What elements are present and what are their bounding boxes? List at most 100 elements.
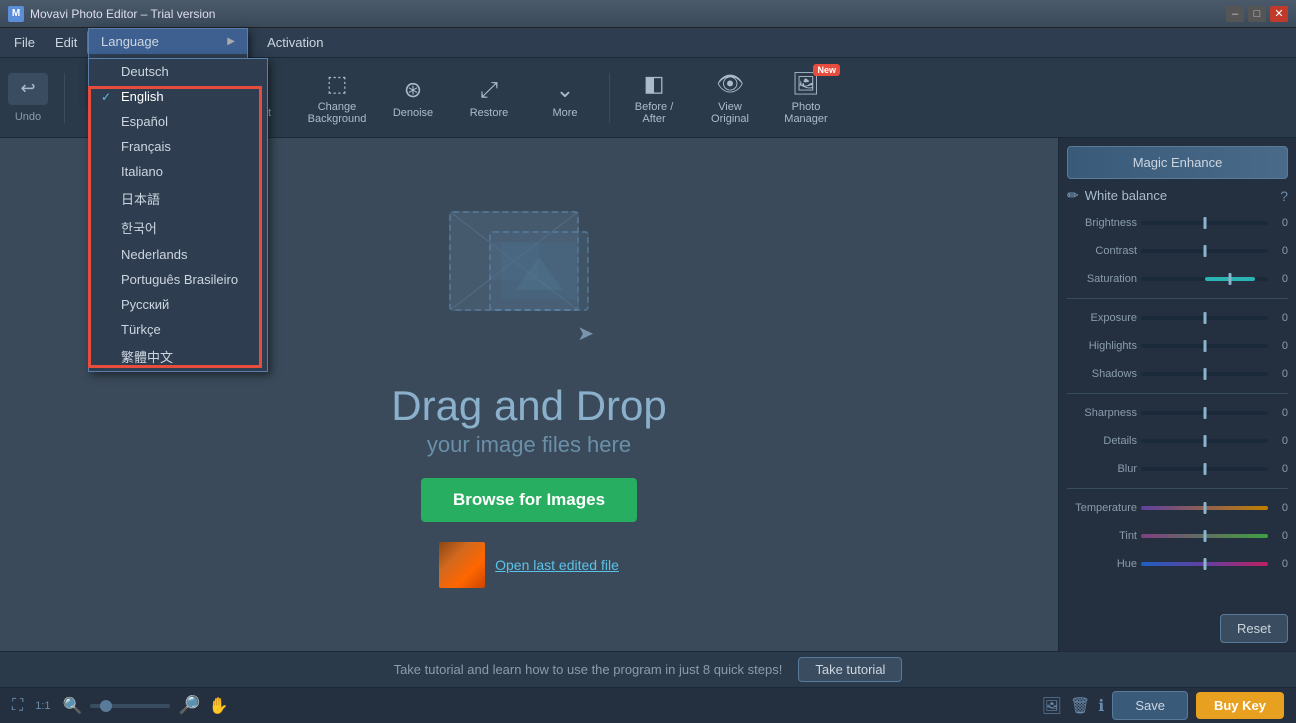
lang-portuguese[interactable]: Português Brasileiro bbox=[89, 267, 267, 292]
hand-tool-icon[interactable]: ✋ bbox=[209, 696, 229, 716]
toolbar-denoise[interactable]: ⊛ Denoise bbox=[377, 62, 449, 134]
help-icon[interactable]: ? bbox=[1280, 188, 1288, 204]
magic-enhance-button[interactable]: Magic Enhance bbox=[1067, 146, 1288, 179]
cursor-icon: ➤ bbox=[577, 321, 594, 346]
zoom-label: 1:1 bbox=[35, 700, 50, 712]
settings-language[interactable]: Language ▶ bbox=[89, 29, 247, 54]
hue-value: 0 bbox=[1272, 558, 1288, 570]
lang-francais[interactable]: Français bbox=[89, 134, 267, 159]
minimize-button[interactable]: – bbox=[1226, 6, 1244, 22]
toolbar-restore[interactable]: ⤢ Restore bbox=[453, 62, 525, 134]
blur-track[interactable] bbox=[1141, 467, 1268, 471]
submenu-arrow-icon: ▶ bbox=[227, 36, 235, 47]
maximize-button[interactable]: □ bbox=[1248, 6, 1266, 22]
buy-key-button[interactable]: Buy Key bbox=[1196, 692, 1284, 719]
contrast-track[interactable] bbox=[1141, 249, 1268, 253]
temperature-track[interactable] bbox=[1141, 506, 1268, 510]
browse-images-button[interactable]: Browse for Images bbox=[421, 478, 637, 522]
tint-track[interactable] bbox=[1141, 534, 1268, 538]
sharpness-value: 0 bbox=[1272, 407, 1288, 419]
lang-russian[interactable]: Русский bbox=[89, 292, 267, 317]
tint-value: 0 bbox=[1272, 530, 1288, 542]
open-last-file-link[interactable]: Open last edited file bbox=[495, 557, 619, 573]
save-button[interactable]: Save bbox=[1112, 691, 1188, 720]
last-file-row: Open last edited file bbox=[439, 542, 619, 588]
shadows-track[interactable] bbox=[1141, 372, 1268, 376]
menu-edit[interactable]: Edit bbox=[45, 31, 87, 54]
drop-zone: ➤ Drag and Drop your image files here Br… bbox=[391, 201, 666, 587]
sharpness-row: Sharpness 0 bbox=[1067, 402, 1288, 424]
hue-row: Hue 0 bbox=[1067, 553, 1288, 575]
more-icon: ⌄ bbox=[556, 77, 574, 103]
toolbar-separator-2 bbox=[609, 73, 610, 123]
reset-button[interactable]: Reset bbox=[1220, 614, 1288, 643]
new-badge: New bbox=[813, 64, 840, 76]
drag-drop-illustration: ➤ bbox=[429, 201, 629, 361]
tutorial-text: Take tutorial and learn how to use the p… bbox=[394, 662, 783, 677]
lang-italiano[interactable]: Italiano bbox=[89, 159, 267, 184]
shadows-value: 0 bbox=[1272, 368, 1288, 380]
zoom-out-icon[interactable]: 🔍 bbox=[63, 696, 83, 716]
saturation-track[interactable] bbox=[1141, 277, 1268, 281]
bottom-right-actions: Save Buy Key bbox=[1112, 691, 1284, 720]
background-icon: ⬚ bbox=[327, 71, 348, 97]
lang-turkish[interactable]: Türkçe bbox=[89, 317, 267, 342]
shadows-row: Shadows 0 bbox=[1067, 363, 1288, 385]
brightness-track[interactable] bbox=[1141, 221, 1268, 225]
lang-chinese[interactable]: 繁體中文 bbox=[89, 342, 267, 371]
zoom-slider[interactable] bbox=[90, 704, 170, 708]
contrast-row: Contrast 0 bbox=[1067, 240, 1288, 262]
undo-button[interactable]: ↩ bbox=[8, 73, 48, 105]
exposure-row: Exposure 0 bbox=[1067, 307, 1288, 329]
undo-label: Undo bbox=[15, 111, 41, 123]
lang-korean[interactable]: 한국어 bbox=[89, 213, 267, 242]
lang-english[interactable]: ✓ English bbox=[89, 84, 267, 109]
denoise-icon: ⊛ bbox=[404, 77, 422, 103]
lang-japanese[interactable]: 日本語 bbox=[89, 184, 267, 213]
details-value: 0 bbox=[1272, 435, 1288, 447]
lang-espanol[interactable]: Español bbox=[89, 109, 267, 134]
take-tutorial-button[interactable]: Take tutorial bbox=[798, 657, 902, 682]
lang-deutsch[interactable]: Deutsch bbox=[89, 59, 267, 84]
details-label: Details bbox=[1067, 435, 1137, 447]
sharpness-track[interactable] bbox=[1141, 411, 1268, 415]
details-track[interactable] bbox=[1141, 439, 1268, 443]
close-button[interactable]: ✕ bbox=[1270, 6, 1288, 22]
exposure-label: Exposure bbox=[1067, 312, 1137, 324]
blur-value: 0 bbox=[1272, 463, 1288, 475]
exposure-track[interactable] bbox=[1141, 316, 1268, 320]
toolbar-view-original[interactable]: 👁 View Original bbox=[694, 62, 766, 134]
zoom-in-icon[interactable]: 🔎 bbox=[178, 695, 200, 716]
image-info-icon[interactable]: 🖼 bbox=[1042, 696, 1062, 716]
menu-file[interactable]: File bbox=[4, 31, 45, 54]
view-original-icon: 👁 bbox=[716, 71, 744, 97]
menu-activation[interactable]: Activation bbox=[257, 31, 333, 54]
temperature-row: Temperature 0 bbox=[1067, 497, 1288, 519]
info-icon[interactable]: ℹ bbox=[1098, 696, 1104, 716]
restore-icon: ⤢ bbox=[480, 77, 498, 103]
highlights-track[interactable] bbox=[1141, 344, 1268, 348]
tint-label: Tint bbox=[1067, 530, 1137, 542]
hue-label: Hue bbox=[1067, 558, 1137, 570]
temperature-label: Temperature bbox=[1067, 502, 1137, 514]
hue-track[interactable] bbox=[1141, 562, 1268, 566]
saturation-label: Saturation bbox=[1067, 273, 1137, 285]
brightness-value: 0 bbox=[1272, 217, 1288, 229]
toolbar-change-background[interactable]: ⬚ Change Background bbox=[301, 62, 373, 134]
toolbar-before-after[interactable]: ◧ Before / After bbox=[618, 62, 690, 134]
fullscreen-icon[interactable]: ⛶ bbox=[12, 697, 23, 715]
title-bar: M Movavi Photo Editor – Trial version – … bbox=[0, 0, 1296, 28]
toolbar-photo-manager[interactable]: New 🖼 Photo Manager bbox=[770, 62, 842, 134]
divider-3 bbox=[1067, 488, 1288, 489]
lang-dutch[interactable]: Nederlands bbox=[89, 242, 267, 267]
delete-icon[interactable]: 🗑 bbox=[1070, 696, 1090, 716]
saturation-row: Saturation 0 bbox=[1067, 268, 1288, 290]
shadows-label: Shadows bbox=[1067, 368, 1137, 380]
brightness-label: Brightness bbox=[1067, 217, 1137, 229]
blur-label: Blur bbox=[1067, 463, 1137, 475]
tint-row: Tint 0 bbox=[1067, 525, 1288, 547]
eyedropper-icon: ✏ bbox=[1067, 187, 1079, 204]
drag-drop-text: Drag and Drop your image files here bbox=[391, 381, 666, 457]
toolbar-more[interactable]: ⌄ More bbox=[529, 62, 601, 134]
window-controls: – □ ✕ bbox=[1226, 6, 1288, 22]
